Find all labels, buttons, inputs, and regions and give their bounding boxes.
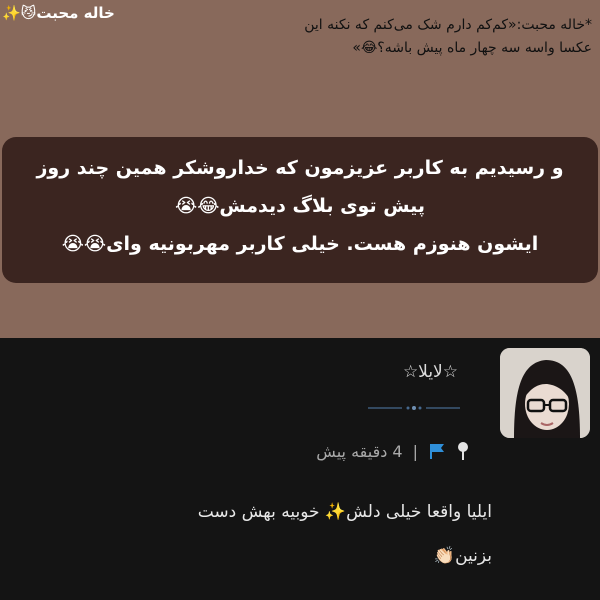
comment-meta: | 4 دقیقه پیش bbox=[316, 439, 470, 463]
comment-line-1: ایلیا واقعا خیلی دلش✨ خوبیه بهش دست bbox=[197, 502, 492, 522]
user-avatar[interactable] bbox=[500, 348, 590, 438]
caption-line-3: ایشون هنوزم هست. خیلی کاربر مهربونیه وای… bbox=[61, 233, 539, 255]
quote-line-2: عکسا واسه سه چهار ماه پیش باشه؟😂» bbox=[352, 40, 592, 56]
pin-icon[interactable] bbox=[456, 441, 470, 461]
caption-box: و رسیدیم به کاربر عزیزمون که خداروشکر هم… bbox=[2, 137, 598, 283]
caption-line-1: و رسیدیم به کاربر عزیزمون که خداروشکر هم… bbox=[36, 157, 564, 179]
quote-line-1: *خاله محبت:«کم‌کم دارم شک می‌کنم که نکنه… bbox=[304, 17, 592, 33]
quote-text: *خاله محبت:«کم‌کم دارم شک می‌کنم که نکنه… bbox=[192, 14, 592, 60]
comment-line-2: بزنین👏🏻 bbox=[433, 546, 492, 566]
comment-time: 4 دقیقه پیش bbox=[316, 441, 403, 461]
meta-separator: | bbox=[412, 441, 418, 461]
avatar-photo-icon bbox=[500, 348, 590, 438]
ornament-divider-icon bbox=[368, 406, 460, 410]
top-background: خاله محبت😼✨ *خاله محبت:«کم‌کم دارم شک می… bbox=[0, 0, 600, 338]
caption-line-2: پیش توی بلاگ دیدمش😂😭 bbox=[175, 195, 425, 217]
brand-tag: خاله محبت😼✨ bbox=[2, 4, 115, 22]
comment-card: ☆لایلا☆ | 4 دقیقه پیش ایلیا واقعا خیلی د… bbox=[0, 338, 600, 600]
flag-icon[interactable] bbox=[428, 442, 446, 460]
comment-username[interactable]: ☆لایلا☆ bbox=[403, 362, 458, 382]
comment-body: ایلیا واقعا خیلی دلش✨ خوبیه بهش دست بزنی… bbox=[72, 490, 492, 578]
